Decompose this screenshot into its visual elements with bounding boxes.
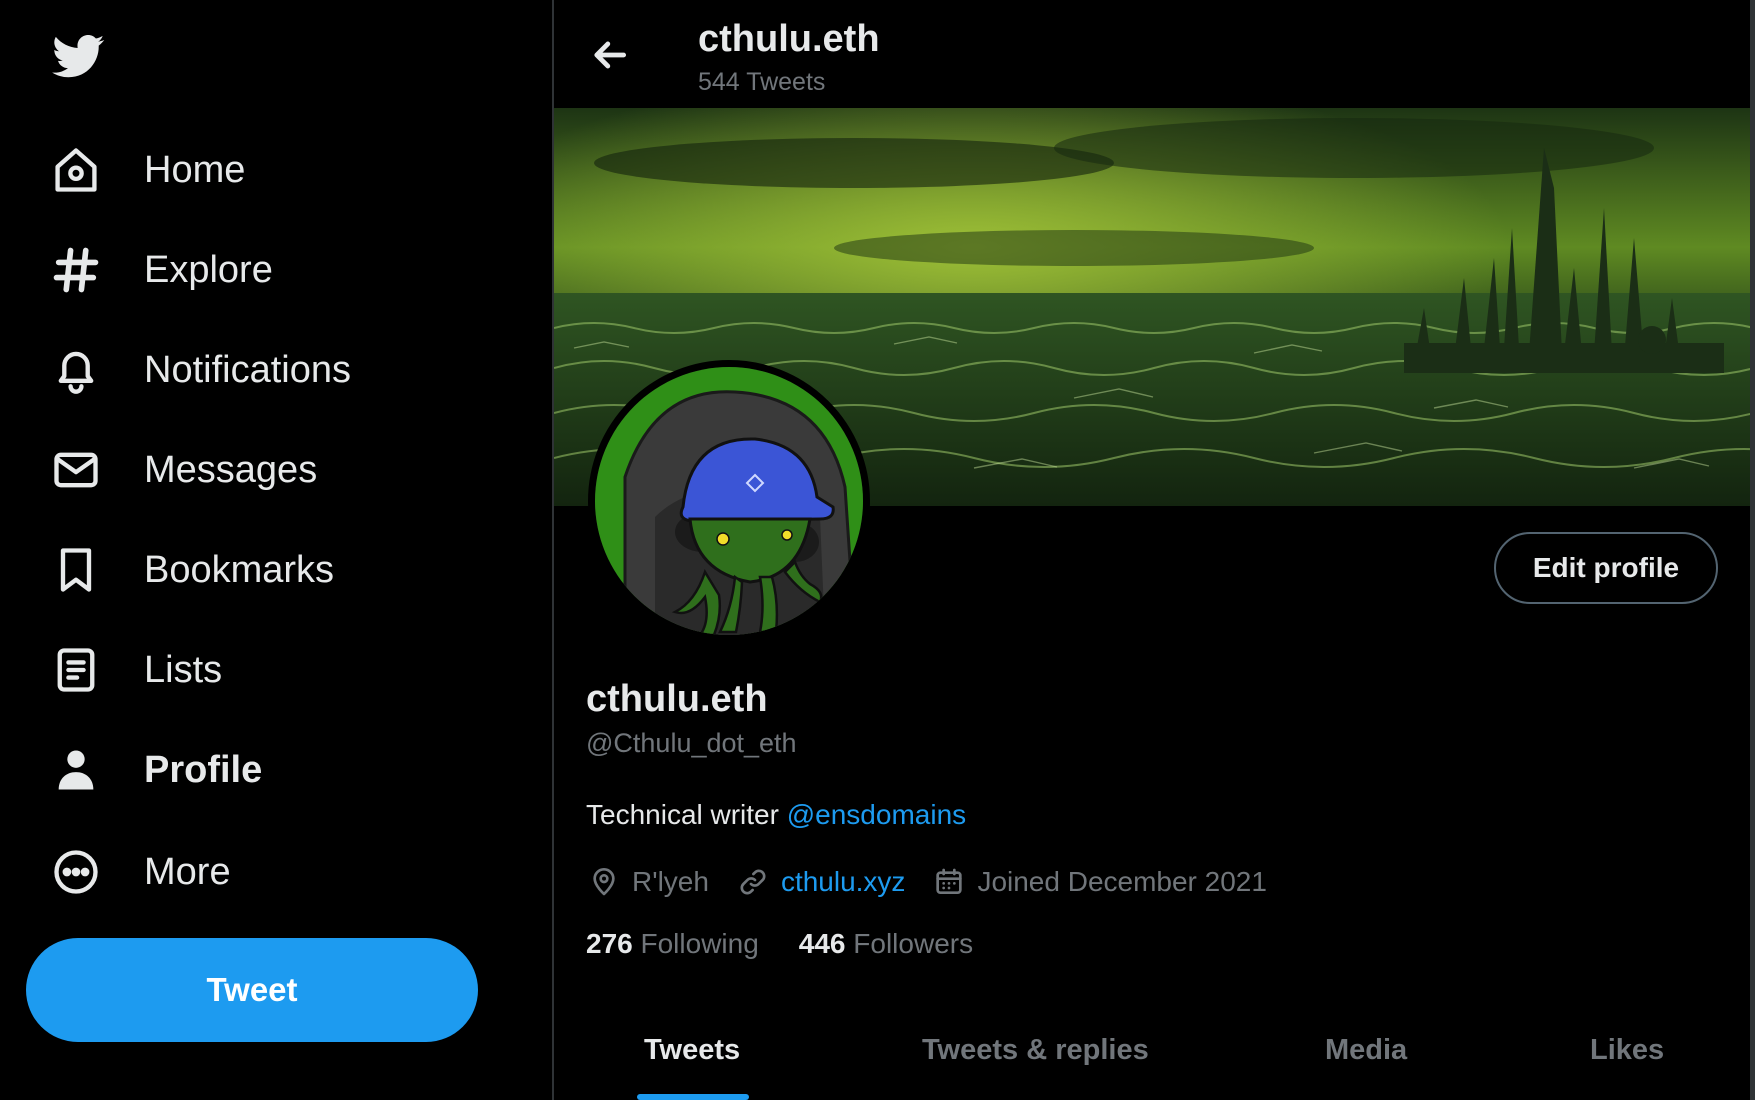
followers-label: Followers — [853, 928, 974, 959]
active-tab-indicator — [637, 1094, 749, 1100]
edit-profile-button[interactable]: Edit profile — [1494, 532, 1718, 604]
sidebar-item-messages[interactable]: Messages — [48, 440, 317, 500]
sidebar-item-more[interactable]: More — [48, 842, 231, 902]
calendar-icon — [931, 864, 967, 900]
link-icon — [735, 864, 771, 900]
followers-count: 446 — [798, 928, 846, 959]
bio-mention-link[interactable]: @ensdomains — [787, 799, 966, 830]
sidebar-item-explore[interactable]: Explore — [48, 240, 273, 300]
back-arrow-icon[interactable] — [586, 30, 636, 80]
sidebar-item-bookmarks[interactable]: Bookmarks — [48, 540, 334, 600]
website: cthulu.xyz — [735, 864, 906, 900]
profile-handle: @Cthulu_dot_eth — [586, 728, 797, 758]
sidebar-item-label: Lists — [144, 648, 223, 691]
location-pin-icon — [586, 864, 622, 900]
tab-likes[interactable]: Likes — [1590, 1034, 1664, 1067]
following-count: 276 — [586, 928, 633, 959]
home-icon — [48, 142, 104, 198]
sidebar-item-notifications[interactable]: Notifications — [48, 340, 351, 400]
following-label: Following — [640, 928, 759, 959]
sidebar-item-label: Notifications — [144, 348, 351, 391]
sidebar-item-label: Messages — [144, 448, 318, 491]
tweet-button[interactable]: Tweet — [26, 938, 478, 1042]
sidebar-item-profile[interactable]: Profile — [48, 740, 262, 800]
avatar[interactable] — [588, 360, 870, 642]
location-text: R'lyeh — [632, 866, 709, 897]
tab-media[interactable]: Media — [1325, 1034, 1407, 1067]
profile-header-bar: cthulu.eth 544 Tweets — [554, 0, 1750, 108]
sidebar-item-home[interactable]: Home — [48, 140, 245, 200]
person-icon — [48, 742, 104, 798]
sidebar-item-label: Explore — [144, 248, 273, 291]
profile-column: cthulu.eth 544 Tweets Edit profile cthul… — [554, 0, 1750, 1100]
tab-tweets-and-replies[interactable]: Tweets & replies — [922, 1034, 1149, 1067]
more-circle-icon — [48, 844, 104, 900]
divider — [1750, 0, 1755, 1100]
profile-name: cthulu.eth — [586, 678, 768, 720]
profile-meta: R'lyeh cthulu.xyz Joined December 2021 — [586, 862, 1293, 902]
website-link[interactable]: cthulu.xyz — [781, 866, 906, 898]
sidebar-item-lists[interactable]: Lists — [48, 640, 222, 700]
twitter-logo-icon[interactable] — [48, 30, 110, 82]
followers-link[interactable]: 446 Followers — [799, 928, 973, 960]
tweet-count: 544 Tweets — [698, 68, 826, 96]
envelope-icon — [48, 442, 104, 498]
follow-stats: 276 Following 446 Followers — [586, 928, 1013, 960]
bell-icon — [48, 342, 104, 398]
bio-text: Technical writer — [586, 799, 779, 830]
following-link[interactable]: 276 Following — [586, 928, 759, 960]
bookmark-icon — [48, 542, 104, 598]
sidebar: Home Explore Notifications Messages Book — [0, 0, 552, 1100]
app-window: Home Explore Notifications Messages Book — [0, 0, 1755, 1100]
sidebar-item-label: Home — [144, 148, 246, 191]
list-icon — [48, 642, 104, 698]
page-title: cthulu.eth — [698, 18, 880, 60]
location: R'lyeh — [586, 864, 709, 900]
join-date: Joined December 2021 — [931, 864, 1267, 900]
profile-tabs: Tweets Tweets & replies Media Likes — [554, 1010, 1750, 1100]
join-date-text: Joined December 2021 — [977, 866, 1267, 897]
hashtag-icon — [48, 242, 104, 298]
sidebar-item-label: Profile — [144, 748, 263, 791]
tab-tweets[interactable]: Tweets — [644, 1034, 740, 1067]
sidebar-item-label: More — [144, 850, 231, 893]
sidebar-item-label: Bookmarks — [144, 548, 335, 591]
profile-bio: Technical writer @ensdomains — [586, 799, 966, 831]
